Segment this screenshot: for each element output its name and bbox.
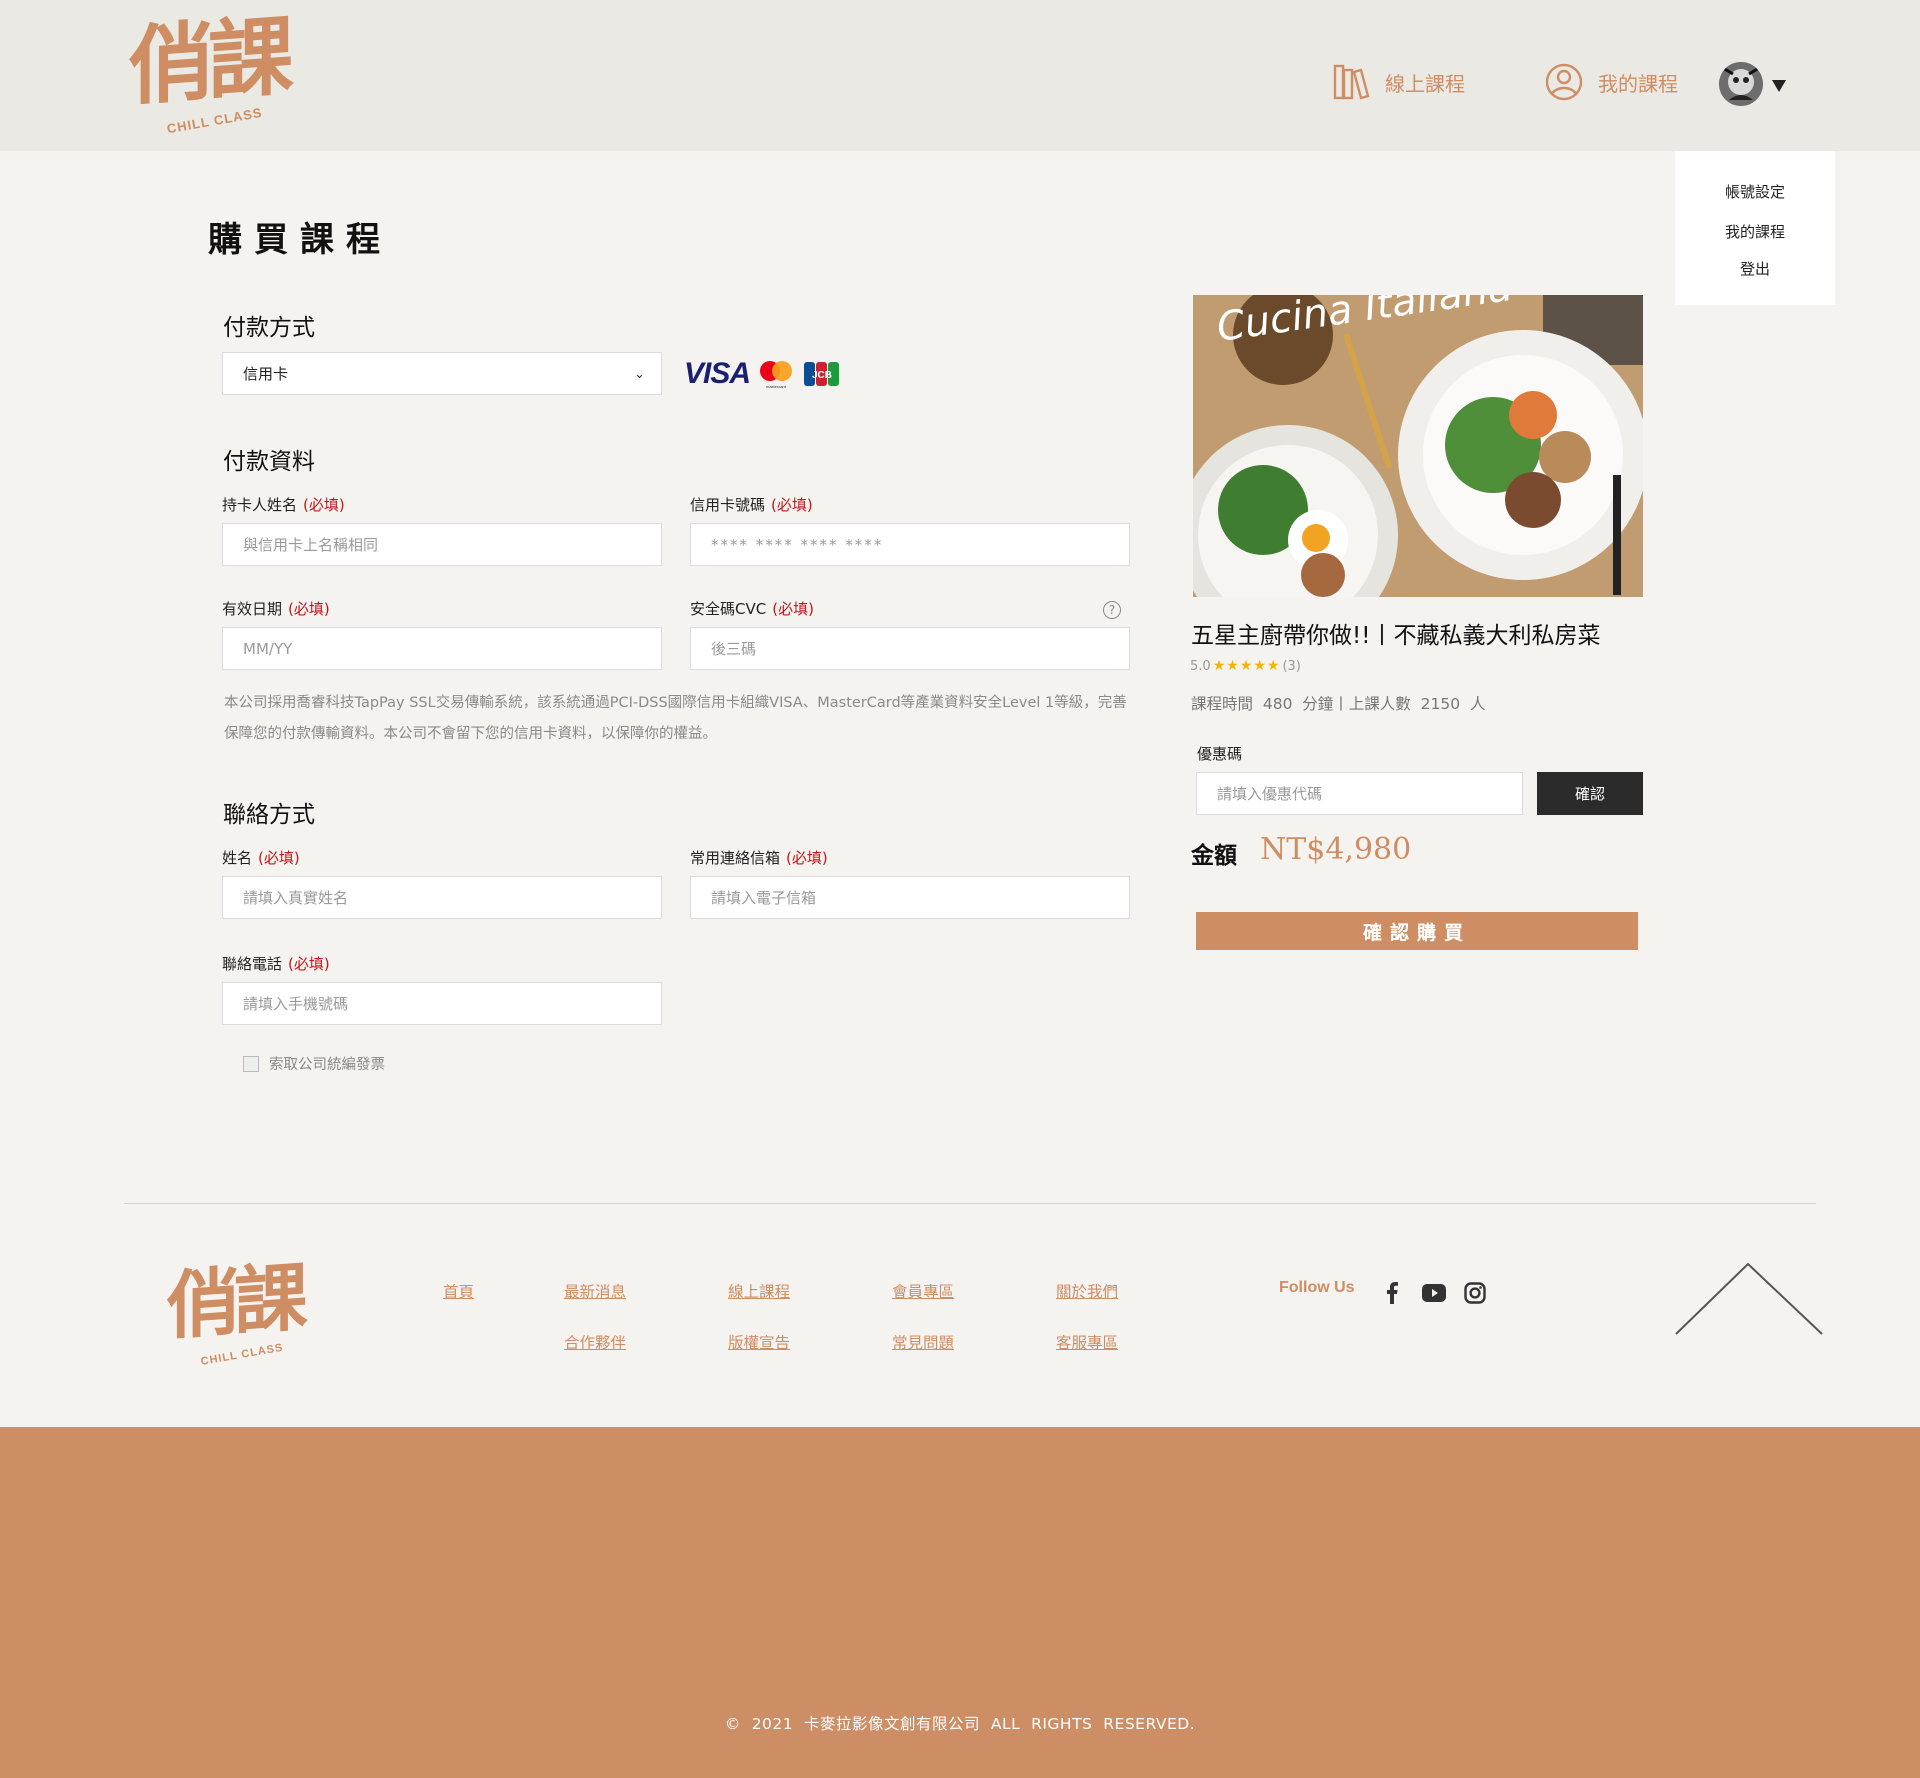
header-logo[interactable]: 俏課 CHILL CLASS — [128, 6, 298, 144]
expiry-input[interactable]: MM/YY — [222, 627, 662, 670]
footer-logo[interactable]: 俏課 CHILL CLASS — [166, 1255, 316, 1370]
jcb-wordmark: JCB — [812, 370, 832, 381]
cardholder-input[interactable]: 與信用卡上名稱相同 — [222, 523, 662, 566]
contact-title: 聯絡方式 — [223, 802, 315, 828]
jcb-logo: JCB — [804, 362, 840, 386]
footer-link-faq[interactable]: 常見問題 — [892, 1331, 954, 1353]
expiry-label: 有效日期 (必填) — [222, 600, 330, 618]
nav-online-courses[interactable]: 線上課程 — [1331, 62, 1465, 102]
user-dropdown-menu: 帳號設定 我的課程 登出 — [1675, 151, 1835, 305]
nav-online-label: 線上課程 — [1385, 71, 1465, 96]
phone-input[interactable]: 請填入手機號碼 — [222, 982, 662, 1025]
facebook-icon[interactable] — [1385, 1282, 1399, 1304]
follow-us-label: Follow Us — [1279, 1279, 1355, 1296]
course-rating: 5.0 ★★★★★ (3) — [1190, 658, 1301, 674]
coupon-input[interactable]: 請填入優惠代碼 — [1196, 772, 1523, 815]
page-title: 購買課程 — [208, 220, 392, 260]
menu-item-account-settings[interactable]: 帳號設定 — [1675, 181, 1835, 202]
chevron-down-icon: ⌄ — [634, 367, 645, 382]
footer-logo-text: 俏課 — [166, 1254, 302, 1351]
payment-info-title: 付款資料 — [223, 449, 315, 475]
cvc-label: 安全碼CVC (必填) — [690, 600, 814, 618]
name-input[interactable]: 請填入真實姓名 — [222, 876, 662, 919]
footer-link-news[interactable]: 最新消息 — [564, 1280, 626, 1302]
course-title: 五星主廚帶你做!!丨不藏私義大利私房菜 — [1191, 623, 1601, 649]
invoice-option[interactable]: 索取公司統編發票 — [243, 1053, 385, 1074]
footer-link-online-courses[interactable]: 線上課程 — [728, 1280, 790, 1302]
footer-link-partners[interactable]: 合作夥伴 — [564, 1331, 626, 1353]
avatar[interactable] — [1719, 62, 1763, 106]
cvc-input[interactable]: 後三碼 — [690, 627, 1130, 670]
footer-link-copyright[interactable]: 版權宣告 — [728, 1331, 790, 1353]
footer-link-support[interactable]: 客服專區 — [1056, 1331, 1118, 1353]
coupon-label: 優惠碼 — [1197, 745, 1243, 763]
youtube-icon[interactable] — [1422, 1284, 1446, 1302]
logo-text: 俏課 — [128, 5, 288, 118]
course-image: Cucina Italiana — [1193, 295, 1643, 597]
help-icon[interactable]: ? — [1103, 601, 1121, 619]
page: { "brand": {"logo_text": "俏課", "logo_sub… — [0, 0, 1920, 1778]
mastercard-logo: mastercard — [760, 361, 793, 389]
footer-link-about[interactable]: 關於我們 — [1056, 1280, 1118, 1302]
cardholder-label: 持卡人姓名 (必填) — [222, 496, 345, 514]
email-label: 常用連絡信箱 (必填) — [690, 849, 828, 867]
rating-value: 5.0 — [1190, 658, 1211, 674]
visa-logo: VISA — [684, 357, 751, 390]
email-input[interactable]: 請填入電子信箱 — [690, 876, 1130, 919]
nav-mine-label: 我的課程 — [1598, 71, 1678, 96]
payment-security-notice: 本公司採用喬睿科技TapPay SSL交易傳輸系統，該系統通過PCI-DSS國際… — [224, 695, 1127, 742]
menu-item-my-courses[interactable]: 我的課程 — [1675, 221, 1835, 242]
invoice-checkbox[interactable] — [243, 1055, 259, 1072]
invoice-checkbox-label: 索取公司統編發票 — [269, 1057, 385, 1073]
course-meta: 課程時間 480 分鐘丨上課人數 2150 人 — [1191, 695, 1486, 713]
star-icon: ★★★★★ — [1212, 658, 1281, 674]
books-icon — [1333, 64, 1370, 100]
user-circle-icon — [1545, 63, 1583, 101]
instagram-icon[interactable] — [1464, 1282, 1486, 1304]
mastercard-wordmark: mastercard — [766, 384, 786, 389]
payment-method-value: 信用卡 — [243, 365, 289, 383]
amount-label: 金額 — [1191, 843, 1237, 869]
coupon-confirm-button[interactable]: 確認 — [1537, 772, 1643, 815]
card-number-label: 信用卡號碼 (必填) — [690, 496, 813, 514]
name-label: 姓名 (必填) — [222, 849, 300, 867]
footer-link-members[interactable]: 會員專區 — [892, 1280, 954, 1302]
card-number-input[interactable]: **** **** **** **** — [690, 523, 1130, 566]
payment-method-title: 付款方式 — [223, 315, 315, 341]
amount-value: NT$4,980 — [1260, 832, 1412, 867]
review-count: (3) — [1282, 658, 1301, 674]
phone-label: 聯絡電話 (必填) — [222, 955, 330, 973]
footer-divider — [124, 1203, 1816, 1204]
back-to-top-icon[interactable] — [1675, 1262, 1823, 1336]
nav-my-courses[interactable]: 我的課程 — [1544, 62, 1678, 102]
footer-link-home[interactable]: 首頁 — [443, 1280, 474, 1302]
payment-method-select[interactable]: 信用卡 ⌄ — [222, 352, 662, 395]
chevron-down-icon[interactable] — [1772, 80, 1786, 92]
confirm-purchase-button[interactable]: 確認購買 — [1196, 912, 1638, 950]
copyright-text: © 2021 卡麥拉影像文創有限公司 ALL RIGHTS RESERVED. — [724, 1715, 1196, 1733]
menu-item-logout[interactable]: 登出 — [1675, 258, 1835, 279]
card-brand-logos: VISA mastercard JCB — [684, 357, 842, 391]
